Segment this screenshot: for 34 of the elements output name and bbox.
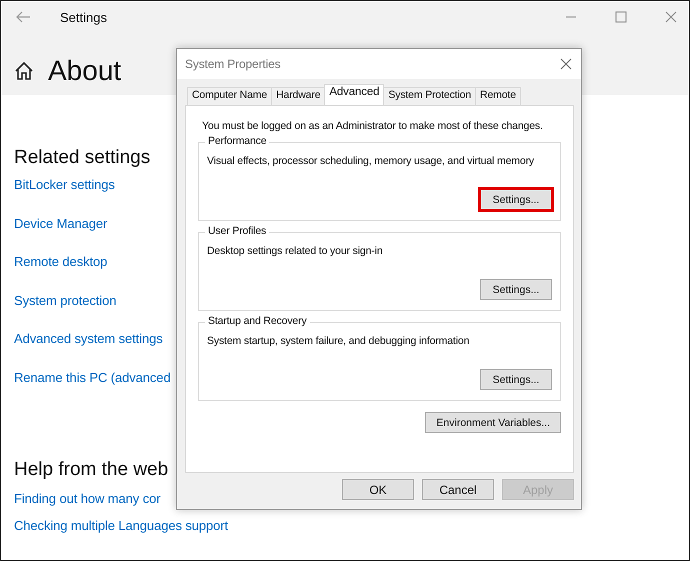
group-description: Desktop settings related to your sign-in [207,245,384,257]
page-title: About [48,55,122,87]
settings-link[interactable]: System protection [14,292,116,331]
group-description: Visual effects, processor scheduling, memory usage, and virtual memory [207,155,536,167]
settings-link[interactable]: Checking multiple Languages support [14,518,228,545]
settings-link[interactable]: Device Manager [14,216,108,254]
settings-link[interactable]: Remote desktop [14,254,108,292]
settings-button[interactable]: Settings... [480,189,552,210]
back-icon[interactable] [15,11,31,23]
settings-button[interactable]: Settings... [480,279,552,300]
section-heading: Related settings [14,147,150,169]
group-title: User Profiles [205,225,270,237]
settings-link[interactable]: BitLocker settings [14,177,115,216]
dialog-title: System Properties [185,57,280,71]
group-description: System startup, system failure, and debugging information [207,335,470,347]
notice-text: You must be logged on as an Administrator to make most of these changes. [202,120,544,132]
tab[interactable]: Advanced [324,84,384,105]
close-icon[interactable] [665,11,677,23]
close-icon[interactable] [560,58,572,70]
section-heading: Help from the web [14,459,168,481]
settings-link[interactable]: Finding out how many cor [14,491,160,518]
maximize-icon[interactable] [615,11,627,23]
home-icon[interactable] [14,61,34,81]
environment-variables-button[interactable]: Environment Variables... [425,412,561,433]
dialog-button[interactable]: Cancel [422,479,494,500]
group-title: Startup and Recovery [205,315,310,327]
tab[interactable]: Remote [475,87,521,105]
settings-button[interactable]: Settings... [480,369,552,390]
tab[interactable]: Computer Name [187,87,272,105]
settings-link[interactable]: Rename this PC (advanced [14,370,171,408]
window-title: Settings [60,10,107,24]
settings-link[interactable]: Advanced system settings [14,331,163,370]
dialog-button[interactable]: OK [342,479,414,500]
group-title: Performance [205,135,270,147]
